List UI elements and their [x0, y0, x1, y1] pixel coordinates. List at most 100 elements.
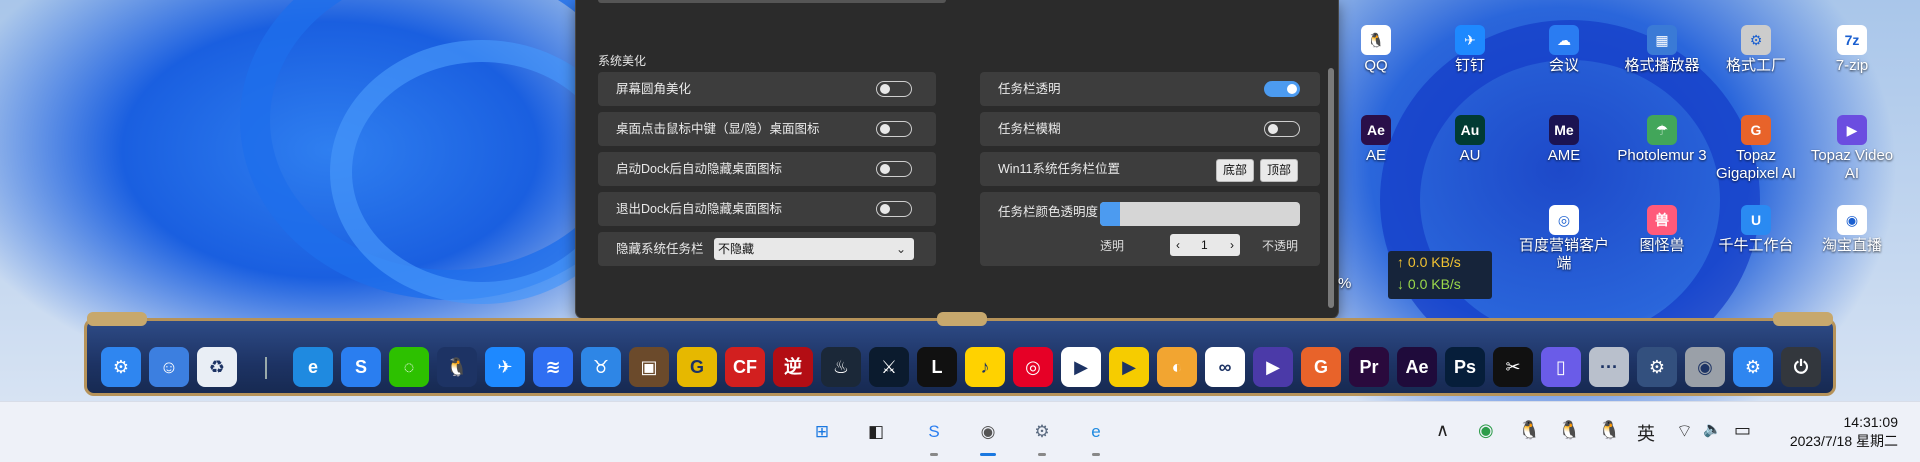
opacity-stepper[interactable]: ‹ 1 › [1170, 234, 1240, 256]
taskbar-task-view-icon[interactable]: ◧ [860, 416, 892, 448]
desktop-icon[interactable]: ⚙ 格式工厂 [1710, 25, 1802, 75]
taskbar-sogou-icon[interactable]: S [918, 416, 950, 456]
desktop-icon[interactable]: 兽图怪兽 [1616, 205, 1708, 255]
desktop-icon-label: AE [1365, 147, 1386, 164]
toggle-screen-corner[interactable] [876, 81, 912, 97]
dock-steam-icon[interactable]: ♨ [821, 347, 861, 387]
system-clock[interactable]: 14:31:09 2023/7/18 星期二 [1790, 413, 1898, 451]
tray-qq-icon[interactable]: 🐧 [1518, 420, 1540, 441]
dock-dingtalk-icon[interactable]: ✈ [485, 347, 525, 387]
row-screen-corner[interactable]: 屏幕圆角美化 [598, 72, 936, 106]
dock-minecraft-icon[interactable]: ▣ [629, 347, 669, 387]
row-hide-icons-on-start[interactable]: 启动Dock后自动隐藏桌面图标 [598, 152, 936, 186]
dock-gamepad-app-icon[interactable]: G [677, 347, 717, 387]
app-icon: ⚙ [1741, 25, 1771, 55]
dock-gear-app-icon[interactable]: ⚙ [1637, 347, 1677, 387]
dock-lark-icon[interactable]: ≋ [533, 347, 573, 387]
dock-steam-circle-icon[interactable]: ◉ [1685, 347, 1725, 387]
dock-topaz-gigapixel-icon[interactable]: G [1301, 347, 1341, 387]
dock-ornament-center [937, 312, 987, 326]
desktop-icon[interactable]: ◎ 百度营销客户端 [1518, 205, 1610, 273]
toggle-middle-click-icons[interactable] [876, 121, 912, 137]
slider-fill [1100, 202, 1120, 226]
desktop-icon[interactable]: Me AME [1518, 115, 1610, 165]
decrement-icon[interactable]: ‹ [1176, 234, 1180, 256]
desktop-icon[interactable]: 🐧 QQ [1330, 25, 1422, 75]
app-icon: ▶ [1837, 115, 1867, 145]
tray-qq-icon-3[interactable]: 🐧 [1598, 420, 1620, 441]
taskbar-start-icon[interactable]: ⊞ [806, 416, 838, 448]
tray-chevron-icon[interactable]: ∧ [1436, 420, 1449, 441]
row-taskbar-position: Win11系统任务栏位置 底部 顶部 [980, 152, 1320, 186]
toggle-hide-icons-on-exit[interactable] [876, 201, 912, 217]
desktop-icon[interactable]: ◉ 淘宝直播 [1806, 205, 1898, 255]
dock-power-icon[interactable]: ⏻ [1781, 347, 1821, 387]
dock-more-icon[interactable]: ··· [1589, 347, 1629, 387]
volume-icon[interactable]: 🔈 [1703, 420, 1722, 438]
dock-topaz-video-icon[interactable]: ▶ [1253, 347, 1293, 387]
row-middle-click-icons[interactable]: 桌面点击鼠标中键（显/隐）桌面图标 [598, 112, 936, 146]
toggle-hide-icons-on-start[interactable] [876, 161, 912, 177]
desktop-icon[interactable]: 7z 7-zip [1806, 25, 1898, 75]
dock-game-app-icon[interactable]: ◐ [1157, 347, 1197, 387]
dock-qq-icon[interactable]: 🐧 [437, 347, 477, 387]
row-taskbar-transparent[interactable]: 任务栏透明 [980, 72, 1320, 106]
dock-league-icon[interactable]: ⚔ [869, 347, 909, 387]
chevron-down-icon: ⌄ [895, 242, 906, 256]
increment-icon[interactable]: › [1230, 234, 1234, 256]
desktop-icon[interactable]: ▦ 格式播放器 [1616, 25, 1708, 75]
toggle-taskbar-transparent[interactable] [1264, 81, 1300, 97]
dock-netease-music-icon[interactable]: ◎ [1013, 347, 1053, 387]
running-indicator [980, 453, 996, 456]
taskbar-edge-icon[interactable]: e [1080, 416, 1112, 456]
desktop-icon[interactable]: ☁ 会议 [1518, 25, 1610, 75]
dock-cow-app-icon[interactable]: ♉ [581, 347, 621, 387]
dock-after-effects-icon[interactable]: Ae [1397, 347, 1437, 387]
toggle-taskbar-blur[interactable] [1264, 121, 1300, 137]
dock-finder-icon[interactable]: ☺ [149, 347, 189, 387]
desktop-icon[interactable]: Au AU [1424, 115, 1516, 165]
dock-edge-icon[interactable]: e [293, 347, 333, 387]
battery-icon[interactable]: ▭ [1734, 420, 1751, 441]
dock-game-nirvana-icon[interactable]: 逆 [773, 347, 813, 387]
desktop-icon[interactable]: G Topaz Gigapixel AI [1710, 115, 1802, 183]
app-icon: ✈ [1455, 25, 1485, 55]
dock-recycle-bin-icon[interactable]: ♻ [197, 347, 237, 387]
desktop-icon[interactable]: ✈ 钉钉 [1424, 25, 1516, 75]
dock-phone-app-icon[interactable]: ▯ [1541, 347, 1581, 387]
desktop-icon[interactable]: ▶ Topaz Video AI [1806, 115, 1898, 183]
app-icon: ◎ [1549, 205, 1579, 235]
dock-crossfire-icon[interactable]: CF [725, 347, 765, 387]
dock-settings-icon[interactable]: ⚙ [101, 347, 141, 387]
opacity-slider[interactable] [1100, 202, 1300, 226]
desktop-icon[interactable]: U 千牛工作台 [1710, 205, 1802, 255]
desktop-icon-label: 格式播放器 [1624, 57, 1700, 74]
clock-time: 14:31:09 [1843, 414, 1899, 430]
desktop-icon[interactable]: Ae AE [1330, 115, 1422, 165]
row-hide-icons-on-exit[interactable]: 退出Dock后自动隐藏桌面图标 [598, 192, 936, 226]
position-top-button[interactable]: 顶部 [1260, 159, 1299, 182]
dock-potplayer-icon[interactable]: ▶ [1109, 347, 1149, 387]
dock-baidu-netdisk-icon[interactable]: ∞ [1205, 347, 1245, 387]
taskbar-steam-dock-icon[interactable]: ◉ [972, 416, 1004, 456]
panel-scrollbar[interactable] [1328, 68, 1334, 308]
dock-sogou-icon[interactable]: S [341, 347, 381, 387]
row-taskbar-blur[interactable]: 任务栏模糊 [980, 112, 1320, 146]
ime-indicator[interactable]: 英 [1637, 420, 1655, 446]
dock-photoshop-icon[interactable]: Ps [1445, 347, 1485, 387]
dock-launcher-L-icon[interactable]: L [917, 347, 957, 387]
position-bottom-button[interactable]: 底部 [1216, 159, 1255, 182]
desktop-icon[interactable]: ☂ Photolemur 3 [1616, 115, 1708, 165]
tray-app-icon[interactable]: ◉ [1478, 420, 1494, 441]
dock-wechat-icon[interactable]: ◌ [389, 347, 429, 387]
wifi-icon[interactable]: ⌔ [1676, 420, 1693, 443]
dock-video-player-icon[interactable]: ▶ [1061, 347, 1101, 387]
dock-qq-music-icon[interactable]: ♪ [965, 347, 1005, 387]
dock-settings-2-icon[interactable]: ⚙ [1733, 347, 1773, 387]
stepper-value: 1 [1201, 238, 1208, 252]
dock-capcut-icon[interactable]: ✂ [1493, 347, 1533, 387]
hide-taskbar-select[interactable]: 不隐藏 ⌄ [714, 238, 914, 260]
taskbar-settings-icon[interactable]: ⚙ [1026, 416, 1058, 456]
dock-premiere-icon[interactable]: Pr [1349, 347, 1389, 387]
tray-qq-icon-2[interactable]: 🐧 [1558, 420, 1580, 441]
